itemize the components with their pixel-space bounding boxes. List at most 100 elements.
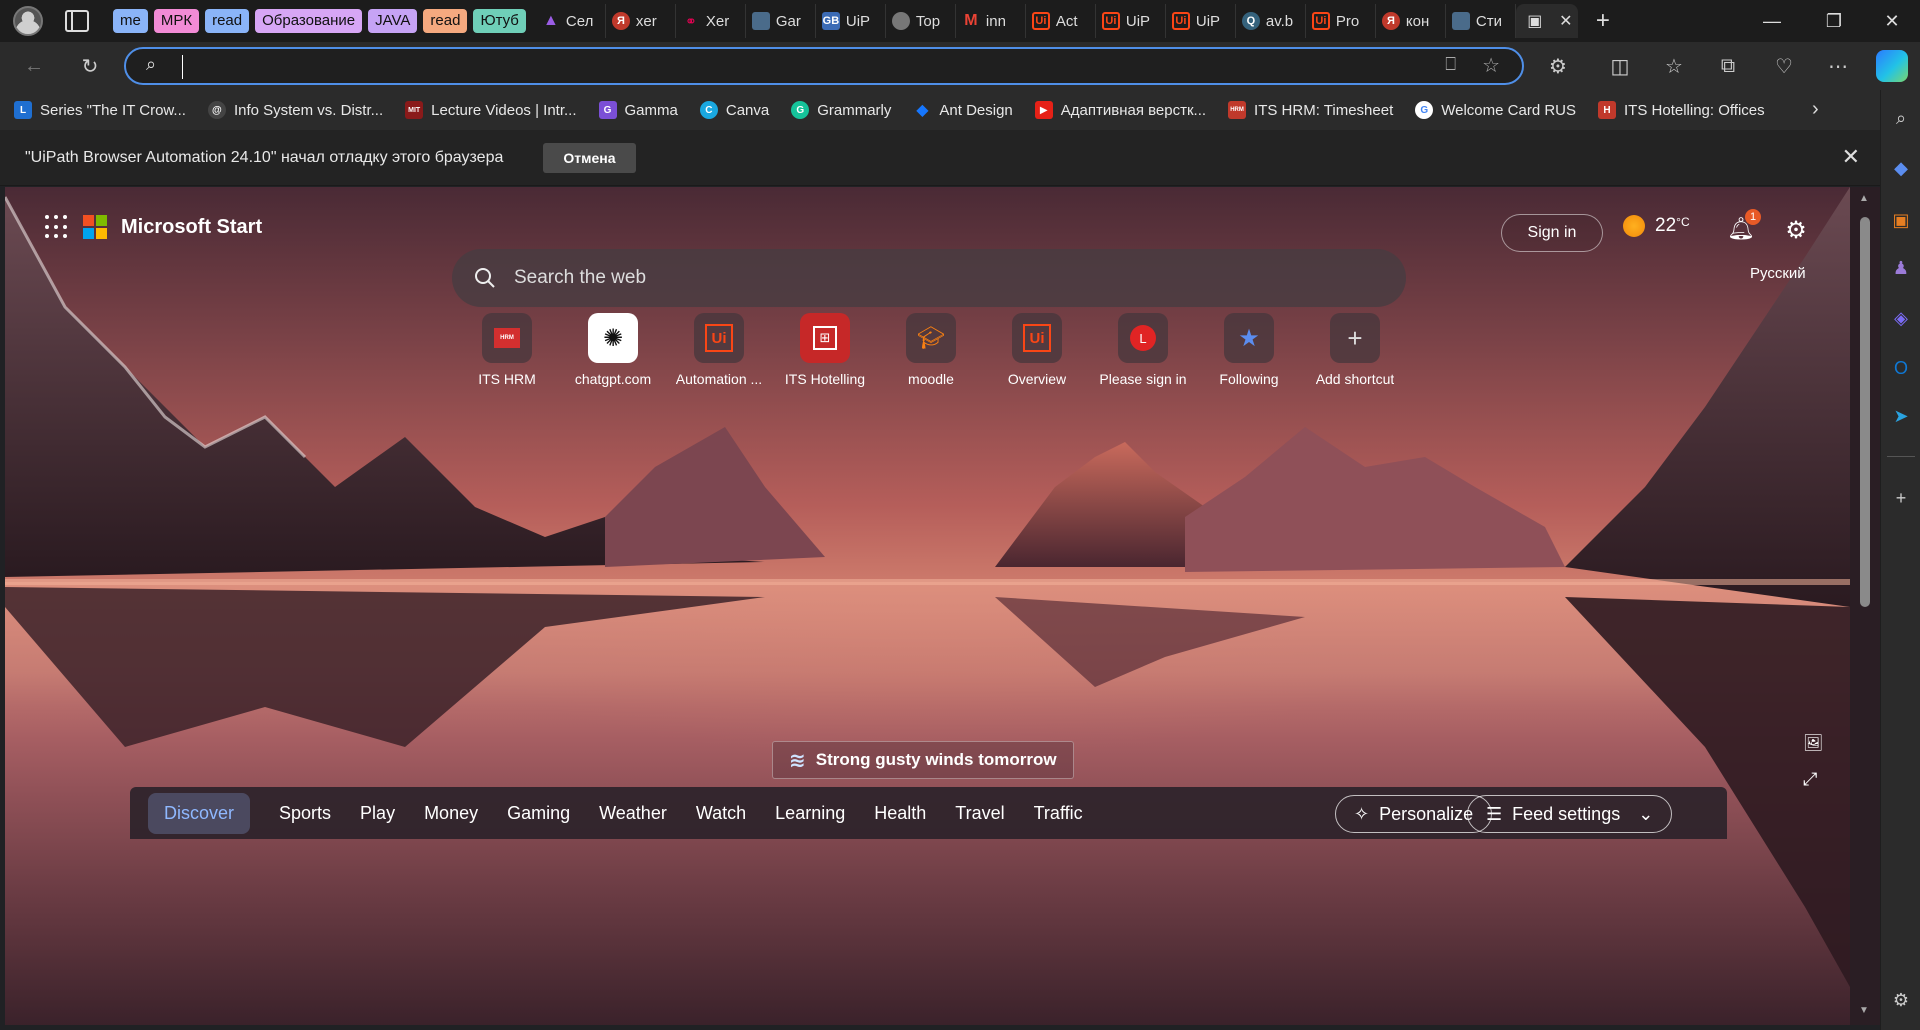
- feed-tab-gaming[interactable]: Gaming: [507, 803, 570, 824]
- browser-tab[interactable]: Сти: [1446, 4, 1516, 38]
- maximize-button[interactable]: ❐: [1806, 0, 1862, 42]
- shopping-tag-icon[interactable]: ◆: [1889, 156, 1913, 180]
- feed-tab-watch[interactable]: Watch: [696, 803, 746, 824]
- close-icon[interactable]: ✕: [1842, 144, 1860, 170]
- favorite-link[interactable]: C Canva: [699, 101, 769, 119]
- sidebar-settings-icon[interactable]: ⚙: [1889, 988, 1913, 1012]
- favorite-link[interactable]: G Gamma: [598, 101, 678, 119]
- browser-tab[interactable]: Top: [886, 4, 956, 38]
- tab-group-chip[interactable]: Ютуб: [473, 9, 526, 33]
- outlook-icon[interactable]: O: [1889, 356, 1913, 380]
- shortcut-tile[interactable]: ✺ chatgpt.com: [560, 313, 666, 387]
- favorite-link[interactable]: @ Info System vs. Distr...: [207, 101, 383, 119]
- browser-tab[interactable]: Qav.b: [1236, 4, 1306, 38]
- games-icon[interactable]: ♟: [1889, 256, 1913, 280]
- browser-tab[interactable]: ▲ Сел: [536, 4, 606, 38]
- favorite-link[interactable]: H ITS Hotelling: Offices: [1598, 101, 1765, 119]
- sign-in-button[interactable]: Sign in: [1501, 214, 1603, 252]
- image-info-icon[interactable]: 🖼︎: [1803, 733, 1823, 753]
- favorite-star-icon[interactable]: ☆: [1482, 53, 1500, 78]
- cancel-button[interactable]: Отмена: [543, 142, 636, 173]
- shortcut-tile[interactable]: ⊞ ITS Hotelling: [772, 313, 878, 387]
- new-tab-button[interactable]: +: [1596, 7, 1610, 35]
- favorite-link[interactable]: HRM ITS HRM: Timesheet: [1228, 101, 1393, 119]
- tools-icon[interactable]: ▣: [1889, 208, 1913, 232]
- browser-tab[interactable]: Ui Act: [1026, 4, 1096, 38]
- close-window-button[interactable]: ✕: [1864, 0, 1920, 42]
- browser-essentials-icon[interactable]: ♡: [1768, 50, 1800, 82]
- feed-tab-sports[interactable]: Sports: [279, 803, 331, 824]
- address-bar[interactable]: ⌕ ⎕ ☆: [124, 47, 1524, 85]
- minimize-button[interactable]: —: [1744, 0, 1800, 42]
- extensions-icon[interactable]: ⚙: [1542, 50, 1574, 82]
- shortcut-tile[interactable]: + Add shortcut: [1302, 313, 1408, 387]
- shortcut-tile[interactable]: Ui Automation ...: [666, 313, 772, 387]
- browser-tab[interactable]: Minn: [956, 4, 1026, 38]
- browser-tab[interactable]: GB UiP: [816, 4, 886, 38]
- browser-tab[interactable]: Gar: [746, 4, 816, 38]
- feed-tab-money[interactable]: Money: [424, 803, 478, 824]
- favorite-link[interactable]: ◆ Ant Design: [913, 101, 1013, 120]
- copilot-sidebar-icon[interactable]: ◈: [1889, 306, 1913, 330]
- feed-tab-health[interactable]: Health: [874, 803, 926, 824]
- split-screen-icon[interactable]: ◫: [1604, 50, 1636, 82]
- tab-group-chip[interactable]: JAVA: [368, 9, 418, 33]
- shortcut-tile[interactable]: HRM ITS HRM: [454, 313, 560, 387]
- favorite-link[interactable]: MIT Lecture Videos | Intr...: [405, 101, 577, 119]
- tab-group-chip[interactable]: Образование: [255, 9, 363, 33]
- gear-icon[interactable]: ⚙: [1781, 215, 1811, 245]
- tab-group-chip[interactable]: read: [423, 9, 468, 33]
- address-input[interactable]: [182, 55, 1432, 79]
- telegram-icon[interactable]: ➤: [1889, 404, 1913, 428]
- tab-group-chip[interactable]: me: [113, 9, 148, 33]
- more-menu-icon[interactable]: ⋯: [1822, 50, 1854, 82]
- feed-tab-learning[interactable]: Learning: [775, 803, 845, 824]
- scroll-up-icon[interactable]: ▲: [1859, 193, 1869, 204]
- shortcut-tile[interactable]: ★ Following: [1196, 313, 1302, 387]
- feed-tab-weather[interactable]: Weather: [599, 803, 667, 824]
- active-tab[interactable]: ▣ ✕: [1515, 4, 1578, 38]
- browser-tab[interactable]: Ui UiP: [1166, 4, 1236, 38]
- add-icon[interactable]: +: [1889, 486, 1913, 510]
- shortcut-tile[interactable]: Ui Overview: [984, 313, 1090, 387]
- browser-tab[interactable]: Якон: [1376, 4, 1446, 38]
- language-selector[interactable]: Русский: [1750, 265, 1806, 282]
- tab-actions-icon[interactable]: [65, 10, 89, 32]
- feed-settings-button[interactable]: ☰ Feed settings ⌄: [1467, 795, 1673, 833]
- favorite-link[interactable]: ▶ Адаптивная верстк...: [1034, 101, 1206, 119]
- immersive-reader-icon[interactable]: ⎕: [1445, 54, 1456, 75]
- browser-tab[interactable]: Яxer: [606, 4, 676, 38]
- feed-tab-travel[interactable]: Travel: [955, 803, 1004, 824]
- feed-tab-traffic[interactable]: Traffic: [1034, 803, 1083, 824]
- expand-icon[interactable]: ⤢: [1803, 769, 1823, 790]
- favorite-link[interactable]: G Grammarly: [791, 101, 891, 119]
- brand-title[interactable]: Microsoft Start: [121, 216, 262, 239]
- tab-group-chip[interactable]: read: [205, 9, 250, 33]
- favorite-link[interactable]: L Series "The IT Crow...: [14, 101, 186, 119]
- feed-tab-play[interactable]: Play: [360, 803, 395, 824]
- feed-tab-discover[interactable]: Discover: [148, 792, 251, 834]
- shortcut-tile[interactable]: L Please sign in: [1090, 313, 1196, 387]
- favorites-icon[interactable]: ☆: [1658, 50, 1690, 82]
- browser-tab[interactable]: ⚭ Xer: [676, 4, 746, 38]
- chevron-right-icon[interactable]: ›: [1812, 98, 1819, 121]
- weather-alert[interactable]: ≋ Strong gusty winds tomorrow: [772, 741, 1074, 779]
- back-button[interactable]: ←: [18, 50, 50, 82]
- browser-tab[interactable]: Ui UiP: [1096, 4, 1166, 38]
- web-search-box[interactable]: Search the web: [452, 249, 1406, 307]
- weather-widget[interactable]: 22°C: [1623, 215, 1690, 237]
- app-launcher-icon[interactable]: [45, 215, 69, 239]
- copilot-icon[interactable]: [1876, 50, 1908, 82]
- refresh-button[interactable]: ↻: [74, 50, 106, 82]
- search-icon[interactable]: ⌕: [1889, 106, 1913, 130]
- tab-close-icon[interactable]: ✕: [1559, 11, 1572, 31]
- page-scrollbar[interactable]: ▲ ▼: [1850, 187, 1880, 1025]
- tab-group-chip[interactable]: МРК: [153, 9, 200, 33]
- favorite-link[interactable]: G Welcome Card RUS: [1415, 101, 1576, 119]
- profile-avatar[interactable]: [13, 6, 43, 36]
- browser-tab[interactable]: Ui Pro: [1306, 4, 1376, 38]
- scroll-thumb[interactable]: [1860, 217, 1870, 607]
- shortcut-tile[interactable]: 🎓︎ moodle: [878, 313, 984, 387]
- scroll-down-icon[interactable]: ▼: [1859, 1005, 1869, 1016]
- collections-icon[interactable]: ⧉: [1712, 50, 1744, 82]
